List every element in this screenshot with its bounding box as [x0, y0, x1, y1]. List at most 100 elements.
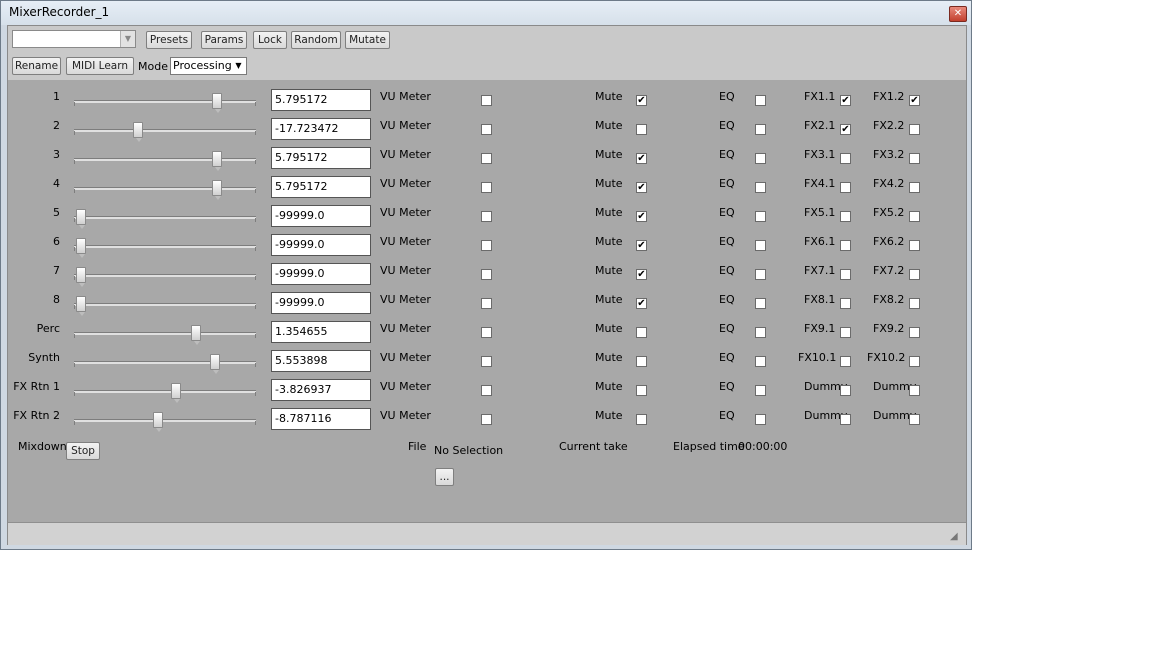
vu-meter-checkbox[interactable] — [481, 182, 492, 193]
volume-slider[interactable] — [74, 238, 256, 258]
fx-send-2-checkbox[interactable] — [909, 298, 920, 309]
eq-checkbox[interactable] — [755, 385, 766, 396]
params-button[interactable]: Params — [201, 31, 247, 49]
fx-send-1-checkbox[interactable] — [840, 298, 851, 309]
eq-checkbox[interactable] — [755, 269, 766, 280]
fx-send-2-checkbox[interactable] — [909, 269, 920, 280]
title-bar[interactable]: MixerRecorder_1 ✕ — [1, 1, 971, 25]
volume-slider[interactable] — [74, 296, 256, 316]
fx-send-1-checkbox[interactable] — [840, 356, 851, 367]
fx-send-2-checkbox[interactable] — [909, 182, 920, 193]
volume-slider[interactable] — [74, 383, 256, 403]
slider-thumb[interactable] — [191, 325, 201, 345]
slider-thumb[interactable] — [76, 267, 86, 287]
volume-slider[interactable] — [74, 412, 256, 432]
mute-checkbox[interactable]: ✔ — [636, 153, 647, 164]
fx-send-1-checkbox[interactable] — [840, 240, 851, 251]
midi-learn-button[interactable]: MIDI Learn — [66, 57, 134, 75]
rename-button[interactable]: Rename — [12, 57, 61, 75]
fx-send-2-checkbox[interactable] — [909, 211, 920, 222]
slider-thumb[interactable] — [153, 412, 163, 432]
fx-send-1-checkbox[interactable]: ✔ — [840, 95, 851, 106]
eq-checkbox[interactable] — [755, 414, 766, 425]
eq-checkbox[interactable] — [755, 356, 766, 367]
volume-value-field[interactable]: -99999.0 — [271, 205, 371, 227]
vu-meter-checkbox[interactable] — [481, 240, 492, 251]
fx-send-2-checkbox[interactable] — [909, 385, 920, 396]
vu-meter-checkbox[interactable] — [481, 153, 492, 164]
eq-checkbox[interactable] — [755, 327, 766, 338]
volume-slider[interactable] — [74, 151, 256, 171]
lock-button[interactable]: Lock — [253, 31, 287, 49]
eq-checkbox[interactable] — [755, 182, 766, 193]
mute-checkbox[interactable]: ✔ — [636, 269, 647, 280]
fx-send-2-checkbox[interactable] — [909, 240, 920, 251]
mute-checkbox[interactable] — [636, 414, 647, 425]
browse-file-button[interactable]: ... — [435, 468, 454, 486]
vu-meter-checkbox[interactable] — [481, 385, 492, 396]
fx-send-1-checkbox[interactable] — [840, 269, 851, 280]
mutate-button[interactable]: Mutate — [345, 31, 390, 49]
volume-value-field[interactable]: -99999.0 — [271, 263, 371, 285]
mute-checkbox[interactable]: ✔ — [636, 211, 647, 222]
volume-slider[interactable] — [74, 267, 256, 287]
mute-checkbox[interactable] — [636, 124, 647, 135]
fx-send-2-checkbox[interactable]: ✔ — [909, 95, 920, 106]
slider-thumb[interactable] — [210, 354, 220, 374]
eq-checkbox[interactable] — [755, 95, 766, 106]
chevron-down-icon[interactable]: ▼ — [232, 59, 245, 73]
slider-thumb[interactable] — [76, 296, 86, 316]
vu-meter-checkbox[interactable] — [481, 298, 492, 309]
close-button[interactable]: ✕ — [949, 6, 967, 22]
slider-thumb[interactable] — [76, 209, 86, 229]
volume-value-field[interactable]: -99999.0 — [271, 234, 371, 256]
mute-checkbox[interactable]: ✔ — [636, 182, 647, 193]
slider-thumb[interactable] — [133, 122, 143, 142]
stop-button[interactable]: Stop — [66, 442, 100, 460]
vu-meter-checkbox[interactable] — [481, 95, 492, 106]
mode-select[interactable]: Processing ▼ — [170, 57, 247, 75]
mute-checkbox[interactable] — [636, 385, 647, 396]
vu-meter-checkbox[interactable] — [481, 327, 492, 338]
volume-value-field[interactable]: -99999.0 — [271, 292, 371, 314]
presets-button[interactable]: Presets — [146, 31, 192, 49]
volume-value-field[interactable]: -17.723472 — [271, 118, 371, 140]
fx-send-2-checkbox[interactable] — [909, 414, 920, 425]
fx-send-2-checkbox[interactable] — [909, 356, 920, 367]
volume-slider[interactable] — [74, 325, 256, 345]
slider-thumb[interactable] — [212, 180, 222, 200]
volume-slider[interactable] — [74, 122, 256, 142]
vu-meter-checkbox[interactable] — [481, 269, 492, 280]
volume-slider[interactable] — [74, 180, 256, 200]
vu-meter-checkbox[interactable] — [481, 211, 492, 222]
fx-send-2-checkbox[interactable] — [909, 124, 920, 135]
eq-checkbox[interactable] — [755, 153, 766, 164]
presets-combo[interactable]: ▼ — [12, 30, 136, 48]
eq-checkbox[interactable] — [755, 124, 766, 135]
fx-send-1-checkbox[interactable]: ✔ — [840, 124, 851, 135]
volume-value-field[interactable]: -8.787116 — [271, 408, 371, 430]
mute-checkbox[interactable]: ✔ — [636, 240, 647, 251]
slider-thumb[interactable] — [212, 151, 222, 171]
vu-meter-checkbox[interactable] — [481, 356, 492, 367]
fx-send-2-checkbox[interactable] — [909, 153, 920, 164]
resize-grip-icon[interactable]: ◢ — [950, 531, 962, 543]
volume-slider[interactable] — [74, 209, 256, 229]
mute-checkbox[interactable] — [636, 356, 647, 367]
vu-meter-checkbox[interactable] — [481, 124, 492, 135]
mute-checkbox[interactable]: ✔ — [636, 298, 647, 309]
random-button[interactable]: Random — [291, 31, 341, 49]
vu-meter-checkbox[interactable] — [481, 414, 492, 425]
volume-value-field[interactable]: 5.553898 — [271, 350, 371, 372]
volume-value-field[interactable]: -3.826937 — [271, 379, 371, 401]
mute-checkbox[interactable] — [636, 327, 647, 338]
volume-slider[interactable] — [74, 93, 256, 113]
chevron-down-icon[interactable]: ▼ — [120, 31, 135, 47]
fx-send-1-checkbox[interactable] — [840, 385, 851, 396]
slider-thumb[interactable] — [212, 93, 222, 113]
volume-slider[interactable] — [74, 354, 256, 374]
volume-value-field[interactable]: 5.795172 — [271, 147, 371, 169]
fx-send-1-checkbox[interactable] — [840, 211, 851, 222]
volume-value-field[interactable]: 1.354655 — [271, 321, 371, 343]
fx-send-1-checkbox[interactable] — [840, 327, 851, 338]
